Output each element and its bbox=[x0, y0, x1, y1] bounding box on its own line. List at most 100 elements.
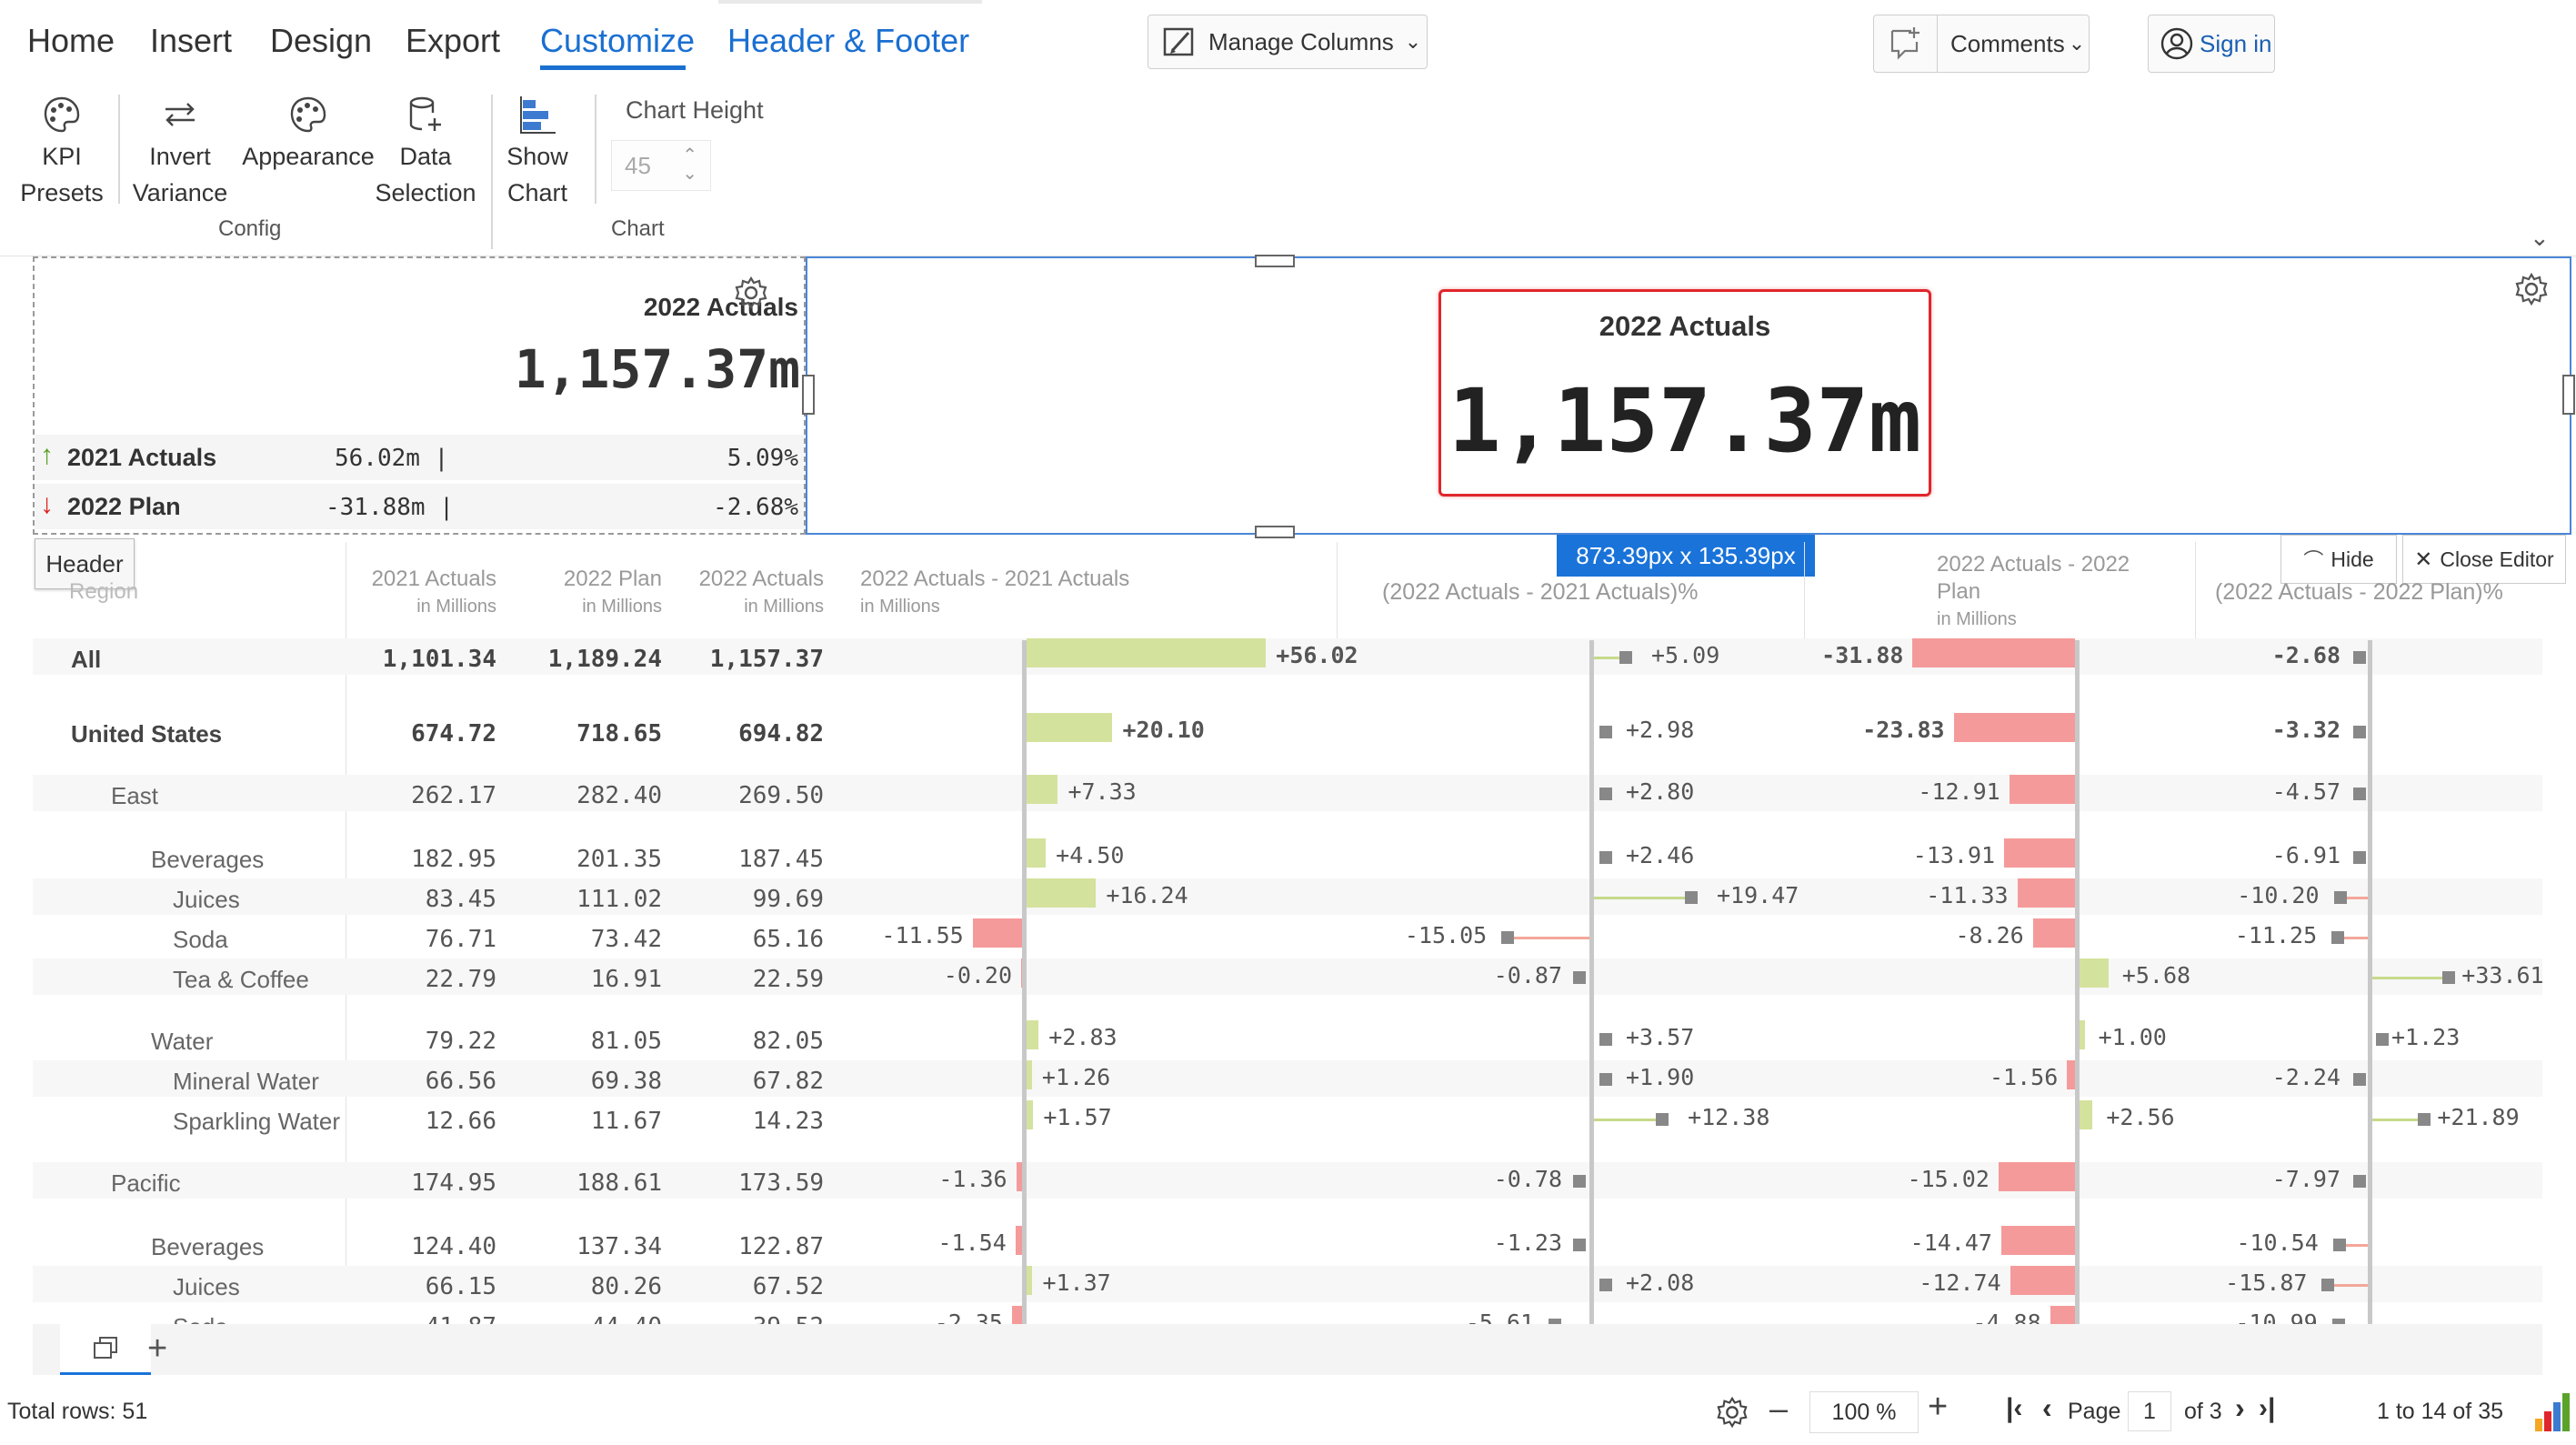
tab-header-footer[interactable]: Header & Footer bbox=[727, 22, 969, 60]
kpi-right-title: 2022 Actuals bbox=[1599, 310, 1771, 342]
prev-page-icon[interactable]: ‹ bbox=[2042, 1391, 2052, 1425]
manage-columns-icon bbox=[1163, 27, 1194, 56]
data-selection-button[interactable]: Data Selection bbox=[369, 95, 482, 211]
variance-label: +1.26 bbox=[1041, 1064, 1111, 1090]
tab-home[interactable]: Home bbox=[27, 22, 115, 60]
variance-marker bbox=[1573, 971, 1586, 984]
col-header-2021-actuals[interactable]: 2021 Actuals in Millions bbox=[360, 566, 496, 620]
row-label[interactable]: Water bbox=[151, 1028, 213, 1056]
col-header-variance-2-pct[interactable]: (2022 Actuals - 2022 Plan)% bbox=[2215, 578, 2503, 606]
add-sheet-icon[interactable]: + bbox=[147, 1330, 167, 1369]
row-label[interactable]: Tea & Coffee bbox=[173, 966, 309, 994]
row-label[interactable]: All bbox=[71, 646, 101, 674]
cell-a21: 174.95 bbox=[411, 1169, 496, 1197]
row-label[interactable]: Beverages bbox=[151, 846, 264, 874]
variance-bar-positive bbox=[1027, 713, 1113, 742]
cell-a22: 14.23 bbox=[752, 1108, 824, 1135]
variance-pct-label: -2.68 bbox=[2271, 642, 2340, 668]
cell-p22: 1,189.24 bbox=[547, 646, 662, 673]
cell-p22: 111.02 bbox=[576, 886, 662, 913]
row-label[interactable]: East bbox=[111, 782, 158, 810]
appearance-button[interactable]: Appearance bbox=[240, 95, 376, 175]
zoom-level[interactable]: 100 % bbox=[1809, 1391, 1919, 1433]
col-header-variance-1[interactable]: 2022 Actuals - 2021 Actuals in Millions bbox=[860, 566, 1129, 620]
kpi-card-right[interactable]: 2022 Actuals 1,157.37m bbox=[802, 255, 2575, 538]
col-header-2022-plan[interactable]: 2022 Plan in Millions bbox=[506, 566, 662, 620]
gear-icon[interactable] bbox=[733, 275, 769, 311]
manage-columns-button[interactable]: Manage Columns ⌄ bbox=[1148, 15, 1428, 69]
tab-design[interactable]: Design bbox=[270, 22, 372, 60]
sheet-icon bbox=[94, 1336, 117, 1359]
invert-variance-label-2: Variance bbox=[132, 179, 228, 206]
cell-a21: 66.56 bbox=[425, 1068, 496, 1095]
ribbon-separator bbox=[491, 95, 493, 249]
zoom-in-icon[interactable]: + bbox=[1928, 1388, 1948, 1427]
col-header-region[interactable]: Region bbox=[69, 578, 138, 606]
total-rows: Total rows: 51 bbox=[7, 1399, 148, 1424]
col-header-variance-1-pct[interactable]: (2022 Actuals - 2021 Actuals)% bbox=[1382, 578, 1698, 606]
kpi-selected-box[interactable]: 2022 Actuals 1,157.37m bbox=[1438, 289, 1931, 497]
first-page-icon[interactable]: |‹ bbox=[2006, 1393, 2022, 1424]
invert-variance-button[interactable]: Invert Variance bbox=[127, 95, 233, 211]
chart-height-value: 45 bbox=[625, 151, 651, 179]
cell-a21: 12.66 bbox=[425, 1108, 496, 1135]
settings-gear-icon[interactable] bbox=[1715, 1395, 1749, 1430]
chart-height-stepper[interactable]: 45 ⌃ ⌄ bbox=[611, 140, 711, 191]
last-page-icon[interactable]: ›| bbox=[2259, 1393, 2275, 1424]
kpi-left-row-2-pct: -2.68% bbox=[713, 494, 798, 521]
col-header-2022-plan-label: 2022 Plan bbox=[563, 567, 662, 591]
swap-arrows-icon bbox=[165, 103, 195, 126]
gear-icon[interactable] bbox=[2513, 271, 2550, 307]
page-input[interactable]: 1 bbox=[2128, 1391, 2171, 1431]
stepper-up-icon[interactable]: ⌃ bbox=[682, 146, 697, 165]
sheet-tab-1[interactable] bbox=[60, 1324, 151, 1375]
show-chart-label-1: Show bbox=[506, 143, 568, 170]
variance-label: +4.50 bbox=[1056, 842, 1125, 868]
variance-pct-label: -0.87 bbox=[1493, 962, 1562, 988]
col-header-2022-actuals[interactable]: 2022 Actuals in Millions bbox=[669, 566, 824, 620]
cell-p22: 188.61 bbox=[576, 1169, 662, 1197]
tab-insert[interactable]: Insert bbox=[150, 22, 232, 60]
variance-bar-negative bbox=[1912, 638, 2075, 667]
row-label[interactable]: Soda bbox=[173, 926, 228, 954]
zoom-out-icon[interactable]: – bbox=[1769, 1390, 1788, 1428]
cell-a21: 83.45 bbox=[425, 886, 496, 913]
row-label[interactable]: Juices bbox=[173, 886, 240, 914]
page-label: Page bbox=[2068, 1399, 2121, 1424]
col-header-variance-2[interactable]: 2022 Actuals - 2022 Plan in Millions bbox=[1937, 551, 2130, 633]
add-comment-icon[interactable] bbox=[1874, 15, 1938, 72]
next-page-icon[interactable]: › bbox=[2235, 1391, 2245, 1425]
tab-customize[interactable]: Customize bbox=[540, 22, 695, 60]
variance-pct-label: -3.32 bbox=[2271, 717, 2340, 743]
comments-button[interactable]: Comments ⌄ bbox=[1873, 15, 2090, 73]
row-label[interactable]: Beverages bbox=[151, 1233, 264, 1261]
row-label[interactable]: United States bbox=[71, 720, 222, 748]
kpi-left-row-1: ↑ 2021 Actuals 56.02m | 5.09% bbox=[35, 435, 804, 480]
col-header-variance-2-label: 2022 Actuals - 2022 bbox=[1937, 552, 2130, 577]
col-header-unit: in Millions bbox=[744, 597, 824, 617]
resize-handle-left[interactable] bbox=[802, 375, 815, 415]
variance-pct-label: -10.54 bbox=[2236, 1229, 2319, 1256]
kpi-card-left[interactable]: 2022 Actuals 1,157.37m ↑ 2021 Actuals 56… bbox=[33, 256, 806, 535]
chevron-down-icon: ⌄ bbox=[1404, 30, 1422, 53]
tab-export[interactable]: Export bbox=[406, 22, 500, 60]
show-chart-button[interactable]: Show Chart bbox=[498, 95, 576, 211]
row-label[interactable]: Pacific bbox=[111, 1169, 181, 1198]
variance-label: -8.26 bbox=[1955, 922, 2024, 948]
kpi-presets-button[interactable]: KPI Presets bbox=[16, 95, 107, 211]
resize-handle-bottom[interactable] bbox=[1255, 526, 1295, 538]
sign-in-button[interactable]: Sign in bbox=[2148, 15, 2275, 73]
variance-bar-positive bbox=[2080, 958, 2109, 988]
cell-p22: 81.05 bbox=[590, 1028, 662, 1055]
row-label[interactable]: Juices bbox=[173, 1273, 240, 1301]
variance-bar-positive bbox=[1027, 1060, 1032, 1089]
stepper-down-icon[interactable]: ⌄ bbox=[682, 165, 697, 183]
variance-bar-positive bbox=[1027, 1266, 1033, 1295]
row-label[interactable]: Mineral Water bbox=[173, 1068, 319, 1096]
resize-handle-right[interactable] bbox=[2562, 375, 2575, 415]
variance-label: +2.56 bbox=[2106, 1104, 2175, 1130]
resize-handle-top[interactable] bbox=[1255, 255, 1295, 267]
variance-axis bbox=[1022, 640, 1027, 1331]
collapse-ribbon-icon[interactable]: ⌄ bbox=[2530, 224, 2550, 252]
variance-bar-negative bbox=[1998, 1162, 2075, 1191]
